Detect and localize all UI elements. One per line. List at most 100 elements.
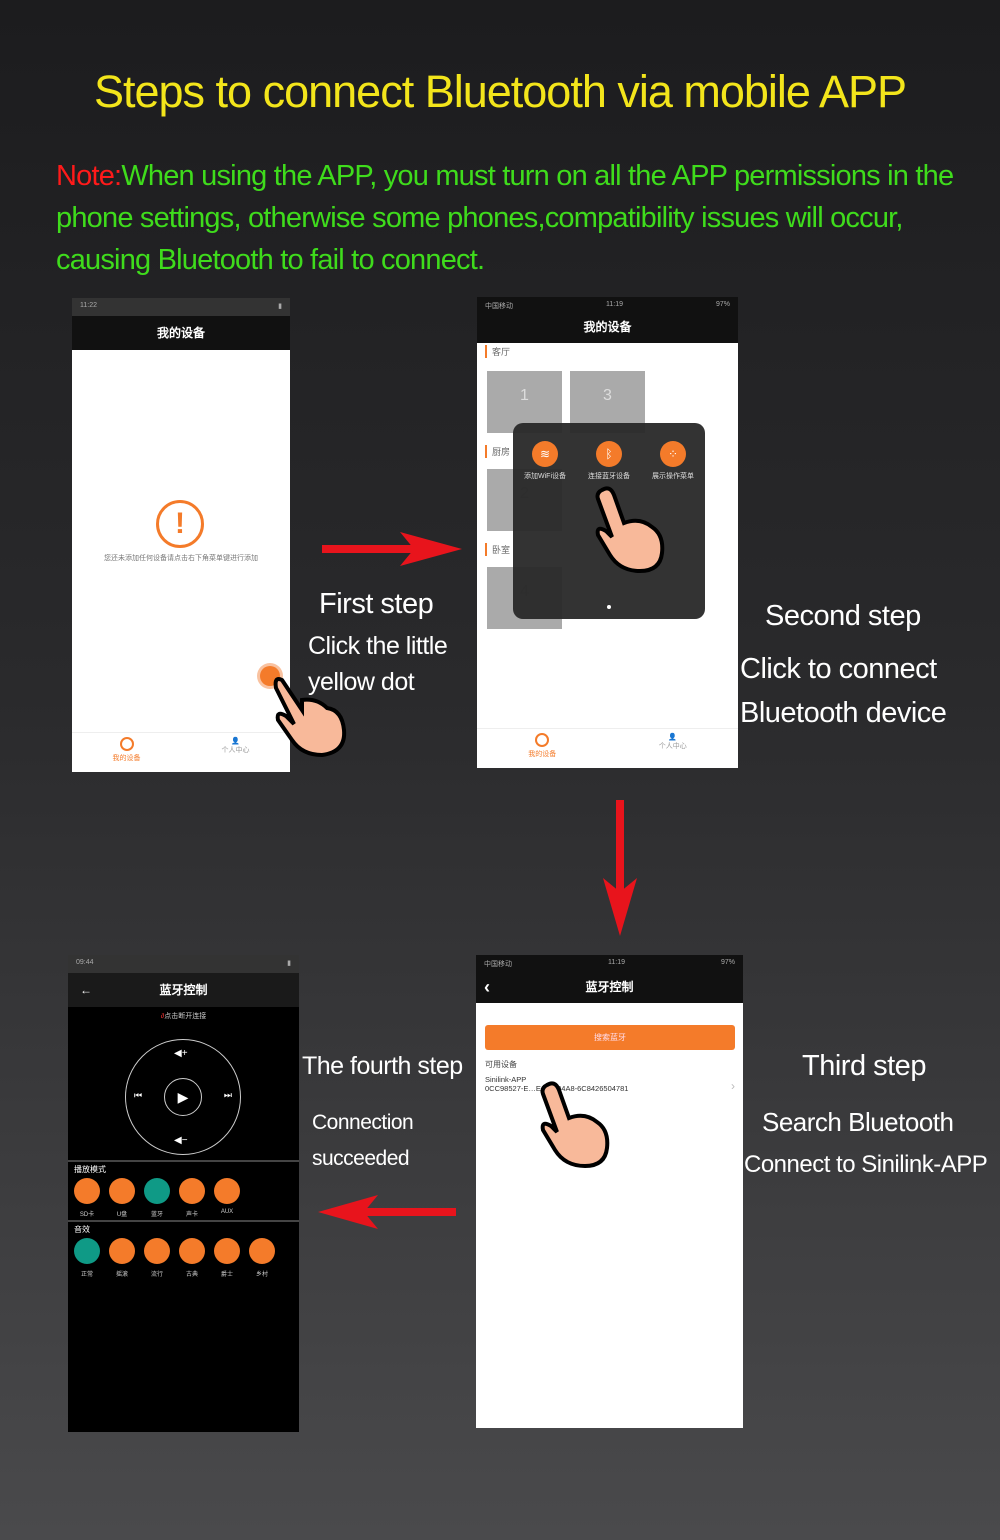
effects-button[interactable]: 正常 bbox=[74, 1238, 100, 1278]
app-header: ‹ 蓝牙控制 bbox=[476, 973, 743, 1003]
effects-icon bbox=[144, 1238, 170, 1264]
warning-icon: ! bbox=[156, 500, 204, 548]
available-devices-label: 可用设备 bbox=[485, 1060, 517, 1069]
effects-button[interactable]: 乡村 bbox=[249, 1238, 275, 1278]
status-time: 11:19 bbox=[607, 959, 625, 966]
header-title: 蓝牙控制 bbox=[159, 983, 208, 997]
step1-heading: First step bbox=[319, 588, 434, 620]
play-button[interactable]: ▶ bbox=[164, 1078, 202, 1116]
play_modes-icon bbox=[144, 1178, 170, 1204]
section-label: 音效 bbox=[74, 1225, 90, 1234]
arrow-right-icon bbox=[322, 532, 462, 566]
menu-label: 连接蓝牙设备 bbox=[588, 473, 630, 480]
note-text: When using the APP, you must turn on all… bbox=[56, 160, 954, 276]
tab-my-devices[interactable]: 我的设备 bbox=[477, 729, 608, 768]
button-label: 声卡 bbox=[185, 1212, 198, 1218]
status-time: 09:44 bbox=[76, 959, 94, 966]
play-mode-section: 播放模式 SD卡 U盘 蓝牙 声卡 AUX bbox=[68, 1160, 299, 1220]
tab-personal-center[interactable]: 👤 个人中心 bbox=[608, 729, 739, 768]
empty-message: 您还未添加任何设备请点击右下角菜单键进行添加 bbox=[104, 555, 258, 562]
button-label: 摇滚 bbox=[115, 1272, 128, 1278]
play_modes-icon bbox=[214, 1178, 240, 1204]
step1-line2: yellow dot bbox=[308, 668, 415, 696]
arrow-down-icon bbox=[603, 800, 637, 936]
effects-icon bbox=[249, 1238, 275, 1264]
bluetooth-icon: ᛒ bbox=[596, 441, 622, 467]
grid-icon: ⁘ bbox=[660, 441, 686, 467]
button-label: 古典 bbox=[185, 1272, 198, 1278]
step4-line1: Connection bbox=[312, 1111, 414, 1134]
effects-button[interactable]: 古典 bbox=[179, 1238, 205, 1278]
wifi-icon: ≋ bbox=[532, 441, 558, 467]
app-header: ← 蓝牙控制 bbox=[68, 973, 299, 1007]
person-icon: 👤 bbox=[668, 734, 678, 741]
status-bar: 中国移动 11:19 97% bbox=[477, 297, 738, 315]
play_modes-button[interactable]: SD卡 bbox=[74, 1178, 100, 1218]
play_modes-button[interactable]: 声卡 bbox=[179, 1178, 205, 1218]
play_modes-icon bbox=[109, 1178, 135, 1204]
menu-add-wifi[interactable]: ≋ 添加WiFi设备 bbox=[515, 441, 575, 481]
phone-screen-step1: 11:22 ▮ 我的设备 ! 您还未添加任何设备请点击右下角菜单键进行添加 我的设… bbox=[72, 298, 290, 772]
chevron-right-icon: › bbox=[731, 1079, 735, 1093]
previous-track-button[interactable]: ⏮ bbox=[134, 1090, 142, 1101]
status-time: 11:22 bbox=[80, 302, 97, 309]
pointing-hand-icon bbox=[595, 486, 665, 574]
button-label: 正常 bbox=[80, 1272, 93, 1278]
section-label: 播放模式 bbox=[74, 1165, 106, 1174]
back-arrow-icon[interactable]: ← bbox=[80, 973, 92, 1007]
button-label: AUX bbox=[220, 1209, 234, 1215]
step4-line2: succeeded bbox=[312, 1147, 410, 1170]
status-time: 11:19 bbox=[605, 301, 623, 308]
search-bluetooth-button[interactable]: 搜索蓝牙 bbox=[485, 1025, 735, 1050]
device-icon bbox=[535, 733, 550, 747]
status-bar: 11:22 ▮ bbox=[72, 298, 290, 316]
sound-effect-section: 音效 正常 摇滚 流行 古典 爵士 乡村 bbox=[68, 1220, 299, 1280]
step2-line1: Click to connect bbox=[740, 653, 937, 685]
button-label: 蓝牙 bbox=[150, 1212, 163, 1218]
button-label: SD卡 bbox=[79, 1212, 95, 1218]
next-track-button[interactable]: ⏭ bbox=[224, 1090, 232, 1101]
back-icon[interactable]: ‹ bbox=[484, 973, 490, 1001]
status-bar: 中国移动 11:19 97% bbox=[476, 955, 743, 973]
play_modes-button[interactable]: AUX bbox=[214, 1178, 240, 1218]
tab-bar: 我的设备 👤 个人中心 bbox=[72, 732, 290, 772]
menu-label: 展示操作菜单 bbox=[652, 473, 694, 480]
button-label: U盘 bbox=[116, 1212, 128, 1218]
permission-note: Note:When using the APP, you must turn o… bbox=[56, 155, 976, 281]
step4-heading: The fourth step bbox=[302, 1052, 463, 1080]
play_modes-button[interactable]: U盘 bbox=[109, 1178, 135, 1218]
disconnect-hint[interactable]: ∂点击断开连接 bbox=[68, 1011, 299, 1021]
status-battery: 97% bbox=[720, 959, 735, 966]
effects-icon bbox=[74, 1238, 100, 1264]
status-bar: 09:44 ▮ bbox=[68, 955, 299, 973]
hint-text: 点击断开连接 bbox=[164, 1013, 207, 1020]
page-dot bbox=[607, 605, 611, 609]
app-header: 我的设备 bbox=[72, 316, 290, 350]
effects-button[interactable]: 流行 bbox=[144, 1238, 170, 1278]
play_modes-button[interactable]: 蓝牙 bbox=[144, 1178, 170, 1218]
group-label: 卧室 bbox=[485, 543, 510, 556]
volume-up-button[interactable]: ◀+ bbox=[174, 1048, 188, 1059]
step3-line2: Connect to Sinilink-APP bbox=[744, 1151, 988, 1178]
pointing-hand-icon bbox=[540, 1081, 610, 1169]
effects-button[interactable]: 摇滚 bbox=[109, 1238, 135, 1278]
arrow-left-icon bbox=[318, 1195, 456, 1229]
effects-button[interactable]: 爵士 bbox=[214, 1238, 240, 1278]
status-battery: 97% bbox=[715, 301, 730, 308]
volume-down-button[interactable]: ◀− bbox=[174, 1135, 188, 1146]
status-carrier: 中国移动 bbox=[484, 961, 512, 968]
menu-show-operations[interactable]: ⁘ 展示操作菜单 bbox=[643, 441, 703, 481]
menu-label: 添加WiFi设备 bbox=[524, 473, 566, 480]
note-prefix: Note: bbox=[56, 160, 122, 192]
effects-icon bbox=[214, 1238, 240, 1264]
phone-screen-step3: 中国移动 11:19 97% ‹ 蓝牙控制 搜索蓝牙 可用设备 Sinilink-AP… bbox=[476, 955, 743, 1428]
menu-connect-bluetooth[interactable]: ᛒ 连接蓝牙设备 bbox=[579, 441, 639, 481]
phone-screen-step4: 09:44 ▮ ← 蓝牙控制 ∂点击断开连接 ◀+ ◀− ⏮ ⏭ ▶ 播放模式 SD… bbox=[68, 955, 299, 1432]
button-label: 乡村 bbox=[255, 1272, 268, 1278]
tab-label: 我的设备 bbox=[528, 751, 557, 758]
group-label: 客厅 bbox=[485, 345, 510, 358]
tab-my-devices[interactable]: 我的设备 bbox=[72, 733, 181, 772]
header-title: 蓝牙控制 bbox=[585, 980, 634, 994]
tab-label: 我的设备 bbox=[112, 755, 141, 762]
play_modes-icon bbox=[179, 1178, 205, 1204]
